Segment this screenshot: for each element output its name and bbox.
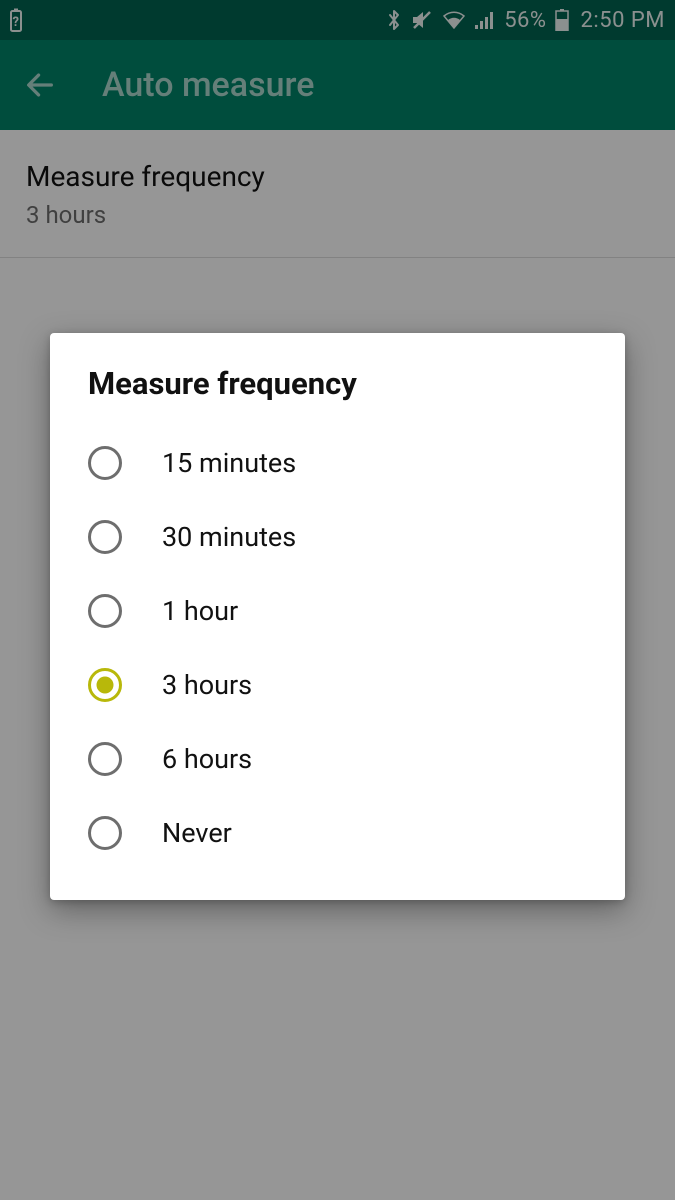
dialog-option-list: 15 minutes 30 minutes 1 hour 3 hours 6 h… xyxy=(84,432,591,864)
option-6-hours[interactable]: 6 hours xyxy=(84,728,591,790)
option-label: Never xyxy=(162,817,232,849)
option-label: 1 hour xyxy=(162,595,238,627)
radio-icon xyxy=(88,668,122,702)
option-label: 3 hours xyxy=(162,669,252,701)
option-15-minutes[interactable]: 15 minutes xyxy=(84,432,591,494)
option-1-hour[interactable]: 1 hour xyxy=(84,580,591,642)
radio-icon xyxy=(88,446,122,480)
radio-icon xyxy=(88,816,122,850)
dialog-title: Measure frequency xyxy=(88,365,591,402)
radio-icon xyxy=(88,594,122,628)
option-never[interactable]: Never xyxy=(84,802,591,864)
option-label: 15 minutes xyxy=(162,447,296,479)
option-label: 6 hours xyxy=(162,743,252,775)
option-30-minutes[interactable]: 30 minutes xyxy=(84,506,591,568)
radio-icon xyxy=(88,742,122,776)
option-label: 30 minutes xyxy=(162,521,296,553)
option-3-hours[interactable]: 3 hours xyxy=(84,654,591,716)
measure-frequency-dialog: Measure frequency 15 minutes 30 minutes … xyxy=(50,333,625,900)
radio-icon xyxy=(88,520,122,554)
